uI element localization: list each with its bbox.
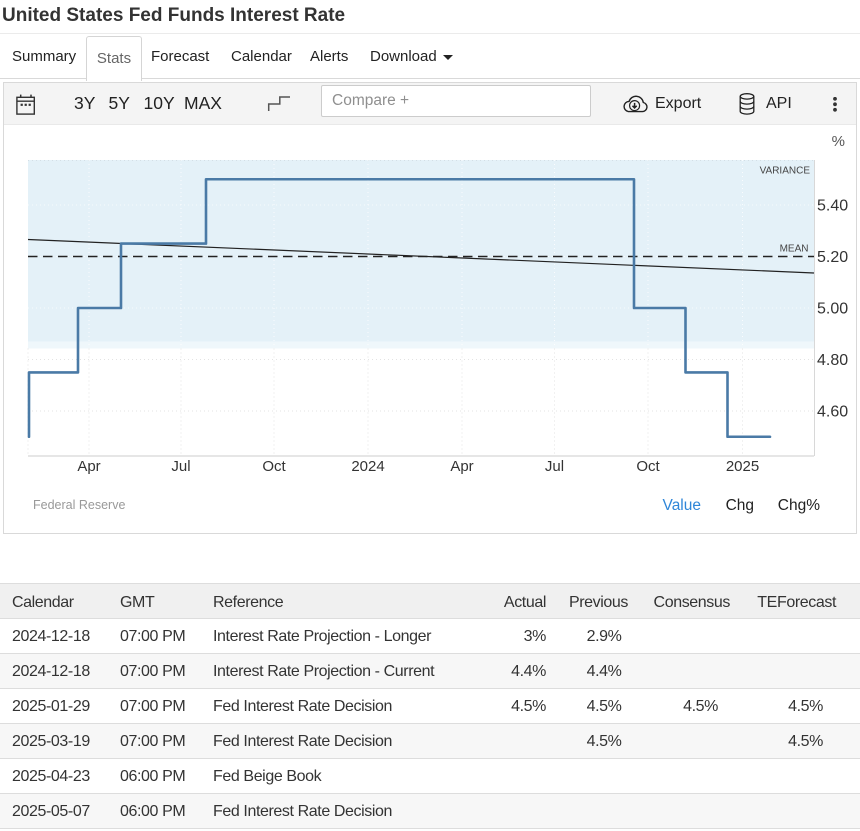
svg-text:Jul: Jul bbox=[545, 458, 564, 475]
svg-text:Federal Reserve: Federal Reserve bbox=[33, 498, 125, 512]
svg-text:Apr: Apr bbox=[77, 458, 100, 475]
svg-text:4.80: 4.80 bbox=[817, 352, 848, 369]
svg-text:VARIANCE: VARIANCE bbox=[760, 166, 811, 177]
svg-text:Chg%: Chg% bbox=[778, 497, 820, 514]
svg-text:Oct: Oct bbox=[636, 458, 660, 475]
svg-text:Chg: Chg bbox=[726, 497, 754, 514]
svg-text:Apr: Apr bbox=[450, 458, 473, 475]
svg-text:MEAN: MEAN bbox=[780, 244, 809, 255]
svg-text:%: % bbox=[832, 133, 845, 150]
svg-text:2025: 2025 bbox=[726, 458, 759, 475]
svg-text:Oct: Oct bbox=[262, 458, 286, 475]
svg-text:5.00: 5.00 bbox=[817, 301, 848, 318]
svg-text:4.60: 4.60 bbox=[817, 404, 848, 421]
svg-text:5.40: 5.40 bbox=[817, 198, 848, 215]
svg-text:Jul: Jul bbox=[171, 458, 190, 475]
svg-text:5.20: 5.20 bbox=[817, 249, 848, 266]
svg-text:2024: 2024 bbox=[351, 458, 384, 475]
svg-text:Value: Value bbox=[663, 497, 702, 514]
